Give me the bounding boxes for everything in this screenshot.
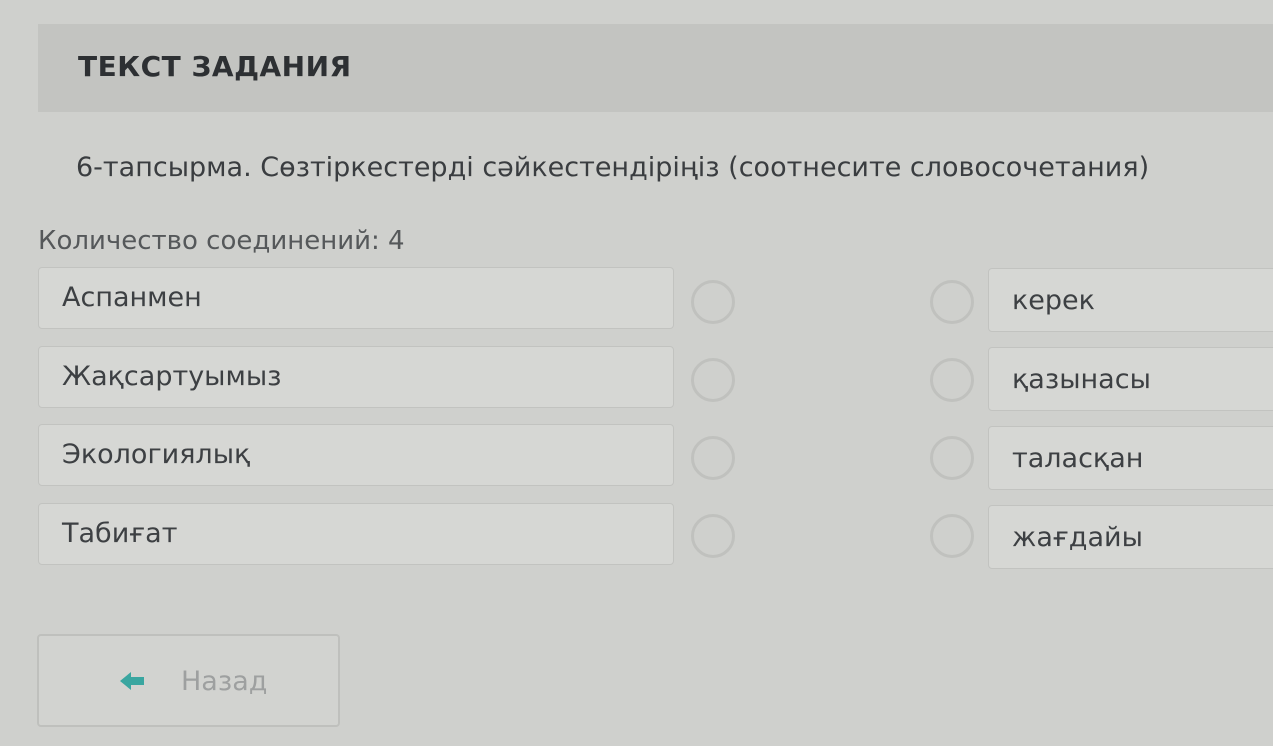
left-connector-3[interactable] (691, 436, 735, 480)
right-item-label: қазынасы (1012, 364, 1151, 395)
left-item-label: Жақсартуымыз (62, 361, 282, 392)
task-header-title: ТЕКСТ ЗАДАНИЯ (78, 50, 352, 83)
right-connector-1[interactable] (930, 280, 974, 324)
left-item-2[interactable]: Жақсартуымыз (38, 346, 674, 408)
task-text: 6-тапсырма. Сөзтіркестерді сәйкестендірі… (76, 152, 1150, 183)
task-header: ТЕКСТ ЗАДАНИЯ (38, 24, 1273, 112)
left-item-label: Табиғат (62, 518, 178, 549)
right-connector-4[interactable] (930, 514, 974, 558)
right-item-1[interactable]: керек (988, 268, 1273, 332)
left-connector-2[interactable] (691, 358, 735, 402)
back-button-label: Назад (181, 666, 268, 697)
left-item-label: Экологиялық (62, 439, 251, 470)
back-button[interactable]: Назад (37, 634, 340, 727)
left-connector-4[interactable] (691, 514, 735, 558)
connections-count: Количество соединений: 4 (38, 226, 405, 256)
right-item-4[interactable]: жағдайы (988, 505, 1273, 569)
right-item-2[interactable]: қазынасы (988, 347, 1273, 411)
right-item-label: жағдайы (1012, 522, 1143, 553)
left-item-3[interactable]: Экологиялық (38, 424, 674, 486)
arrow-left-icon (120, 672, 144, 690)
right-connector-2[interactable] (930, 358, 974, 402)
left-item-1[interactable]: Аспанмен (38, 267, 674, 329)
left-item-label: Аспанмен (62, 282, 202, 313)
right-connector-3[interactable] (930, 436, 974, 480)
left-connector-1[interactable] (691, 280, 735, 324)
right-item-label: керек (1012, 285, 1095, 316)
left-item-4[interactable]: Табиғат (38, 503, 674, 565)
right-item-label: таласқан (1012, 443, 1144, 474)
right-item-3[interactable]: таласқан (988, 426, 1273, 490)
